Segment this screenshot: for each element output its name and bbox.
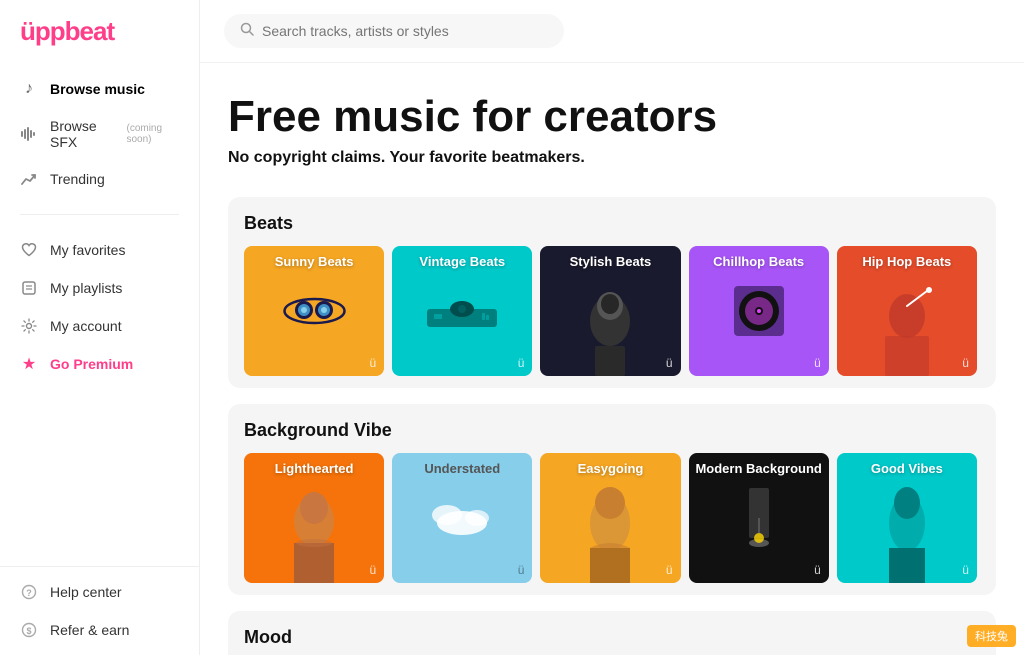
heart-icon [20, 241, 38, 259]
sidebar-label-refer: Refer & earn [50, 622, 129, 638]
beats-cards-row: Sunny Beats ü [244, 246, 980, 376]
card-label-easygoing: Easygoing [540, 461, 680, 476]
card-sunny-beats[interactable]: Sunny Beats ü [244, 246, 384, 376]
sidebar-item-browse-sfx[interactable]: Browse SFX (coming soon) [0, 108, 199, 160]
background-vibe-section: Background Vibe Lighthearted ü [228, 404, 996, 595]
card-label-modern: Modern Background [689, 461, 829, 476]
trending-icon [20, 170, 38, 188]
card-hiphop-beats[interactable]: Hip Hop Beats ü [837, 246, 977, 376]
card-easygoing[interactable]: Easygoing ü [540, 453, 680, 583]
sidebar-label-trending: Trending [50, 171, 105, 187]
card-modern-background[interactable]: Modern Background ü [689, 453, 829, 583]
hero-subtitle: No copyright claims. Your favorite beatm… [228, 149, 996, 167]
search-bar[interactable] [224, 14, 564, 48]
sfx-badge: (coming soon) [126, 123, 179, 145]
vibe-cards-row: Lighthearted ü Understated [244, 453, 980, 583]
sidebar-label-browse-sfx: Browse SFX [50, 118, 114, 150]
card-lighthearted[interactable]: Lighthearted ü [244, 453, 384, 583]
sidebar-label-favorites: My favorites [50, 242, 125, 258]
header [200, 0, 1024, 63]
card-stylish-beats[interactable]: Stylish Beats ü [540, 246, 680, 376]
sidebar-label-help: Help center [50, 584, 122, 600]
nav-user: My favorites My playlists My account [0, 225, 199, 389]
main-content: Free music for creators No copyright cla… [200, 0, 1024, 655]
card-label-hiphop: Hip Hop Beats [837, 254, 977, 269]
card-good-vibes[interactable]: Good Vibes ü [837, 453, 977, 583]
sidebar-item-help-center[interactable]: ? Help center [0, 573, 199, 611]
card-logo-hiphop: ü [962, 356, 969, 370]
svg-text:$: $ [26, 626, 31, 636]
card-label-sunny: Sunny Beats [244, 254, 384, 269]
card-vintage-beats[interactable]: Vintage Beats ü [392, 246, 532, 376]
svg-text:?: ? [26, 588, 32, 598]
card-label-vintage: Vintage Beats [392, 254, 532, 269]
content-area: Free music for creators No copyright cla… [200, 63, 1024, 655]
card-logo-goodvibes: ü [962, 563, 969, 577]
card-chillhop-beats[interactable]: Chillhop Beats ü [689, 246, 829, 376]
card-logo-modern: ü [814, 563, 821, 577]
card-label-chillhop: Chillhop Beats [689, 254, 829, 269]
sidebar: üppbeat ♪ Browse music Browse SFX (comin… [0, 0, 200, 655]
sidebar-item-browse-music[interactable]: ♪ Browse music [0, 70, 199, 108]
sidebar-label-account: My account [50, 318, 122, 334]
nav-main: ♪ Browse music Browse SFX (coming soon) [0, 64, 199, 204]
beats-section-title: Beats [244, 213, 980, 234]
hero-title: Free music for creators [228, 93, 996, 141]
background-vibe-title: Background Vibe [244, 420, 980, 441]
sidebar-bottom: ? Help center $ Refer & earn [0, 566, 199, 655]
sidebar-item-my-playlists[interactable]: My playlists [0, 269, 199, 307]
nav-divider-1 [20, 214, 179, 215]
beats-section: Beats Sunny Beats [228, 197, 996, 388]
sidebar-item-trending[interactable]: Trending [0, 160, 199, 198]
card-label-goodvibes: Good Vibes [837, 461, 977, 476]
search-input[interactable] [262, 23, 548, 39]
mood-section: Mood [228, 611, 996, 655]
star-icon: ★ [20, 355, 38, 373]
help-icon: ? [20, 583, 38, 601]
logo-text: üppbeat [20, 18, 114, 44]
search-icon [240, 22, 254, 40]
sidebar-item-refer-earn[interactable]: $ Refer & earn [0, 611, 199, 649]
card-label-understated: Understated [392, 461, 532, 476]
card-label-lighthearted: Lighthearted [244, 461, 384, 476]
watermark: 科技兔 [967, 625, 1016, 647]
card-logo-chillhop: ü [814, 356, 821, 370]
sidebar-item-go-premium[interactable]: ★ Go Premium [0, 345, 199, 383]
card-logo-sunny: ü [370, 356, 377, 370]
card-logo-lighthearted: ü [370, 563, 377, 577]
card-logo-easygoing: ü [666, 563, 673, 577]
playlist-icon [20, 279, 38, 297]
card-label-stylish: Stylish Beats [540, 254, 680, 269]
card-logo-vintage: ü [518, 356, 525, 370]
sidebar-label-playlists: My playlists [50, 280, 122, 296]
refer-icon: $ [20, 621, 38, 639]
mood-section-title: Mood [244, 627, 980, 648]
logo: üppbeat [0, 0, 199, 64]
sidebar-label-browse-music: Browse music [50, 81, 145, 97]
sfx-icon [20, 125, 38, 143]
card-logo-stylish: ü [666, 356, 673, 370]
sidebar-item-my-account[interactable]: My account [0, 307, 199, 345]
gear-icon [20, 317, 38, 335]
sidebar-item-my-favorites[interactable]: My favorites [0, 231, 199, 269]
sidebar-label-premium: Go Premium [50, 356, 133, 372]
music-note-icon: ♪ [20, 80, 38, 98]
card-understated[interactable]: Understated ü [392, 453, 532, 583]
card-logo-understated: ü [518, 563, 525, 577]
